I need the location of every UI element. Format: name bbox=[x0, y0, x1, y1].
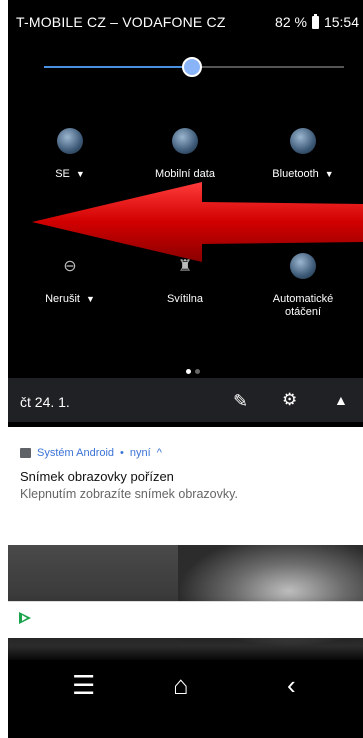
battery-and-time: 82 % 15:54 bbox=[275, 13, 359, 30]
status-bar: T-MOBILE CZ – VODAFONE CZ 82 % 15:54 bbox=[8, 0, 363, 40]
phone-screen: T-MOBILE CZ – VODAFONE CZ 82 % 15:54 SE ▼… bbox=[8, 0, 363, 738]
tile-mobile-data[interactable]: Mobilní data bbox=[130, 128, 240, 181]
tile-label: Automatické bbox=[272, 293, 334, 305]
page-indicator bbox=[186, 369, 200, 374]
edit-pencil-icon[interactable]: ✎ bbox=[233, 391, 248, 412]
page-dot bbox=[195, 369, 200, 374]
brightness-thumb[interactable] bbox=[182, 57, 202, 77]
back-icon[interactable]: ‹ bbox=[287, 670, 296, 701]
navigation-bar: ☰ ⌂ ‹ bbox=[8, 660, 363, 738]
notification-app: Systém Android bbox=[37, 447, 115, 459]
brightness-fill bbox=[44, 66, 192, 68]
tile-bluetooth[interactable]: Bluetooth ▼ bbox=[248, 128, 358, 181]
tile-label: Bluetooth bbox=[272, 168, 319, 180]
app-logo-icon bbox=[19, 612, 31, 624]
page-dot-active bbox=[186, 369, 191, 374]
home-icon[interactable]: ⌂ bbox=[173, 670, 189, 701]
red-arrow-annotation bbox=[32, 182, 363, 262]
carrier-label: T-MOBILE CZ – VODAFONE CZ bbox=[16, 14, 226, 30]
battery-percent: 82 % bbox=[275, 14, 307, 30]
chevron-up-icon[interactable]: ▲ bbox=[334, 392, 348, 408]
tile-label: SE bbox=[55, 168, 70, 180]
notification-header: Systém Android • nyní ^ bbox=[20, 447, 162, 459]
brightness-slider[interactable] bbox=[44, 57, 344, 77]
notification-time: nyní bbox=[129, 447, 151, 459]
bluetooth-icon bbox=[290, 128, 316, 154]
notification-text: Klepnutím zobrazíte snímek obrazovky. bbox=[20, 487, 238, 501]
mobile-data-icon bbox=[172, 128, 198, 154]
separator-dot: • bbox=[120, 447, 124, 459]
chevron-down-icon[interactable]: ▼ bbox=[325, 169, 334, 179]
chevron-up-icon[interactable]: ^ bbox=[157, 447, 162, 459]
app-notification-strip[interactable] bbox=[8, 601, 363, 638]
battery-icon bbox=[311, 13, 319, 29]
date-label: čt 24. 1. bbox=[20, 394, 70, 410]
quick-settings-footer: čt 24. 1. ✎ ⚙ ▲ bbox=[8, 378, 363, 422]
chevron-down-icon[interactable]: ▼ bbox=[76, 169, 85, 179]
tile-wifi[interactable]: SE ▼ bbox=[15, 128, 125, 181]
settings-gear-icon[interactable]: ⚙ bbox=[282, 390, 297, 410]
tile-label: Svítilna bbox=[166, 293, 204, 305]
wifi-icon bbox=[57, 128, 83, 154]
chevron-down-icon[interactable]: ▼ bbox=[86, 294, 95, 304]
image-icon bbox=[20, 448, 31, 458]
menu-icon[interactable]: ☰ bbox=[72, 670, 95, 701]
tile-label: otáčení bbox=[284, 306, 322, 318]
clock: 15:54 bbox=[323, 14, 359, 30]
notification-title: Snímek obrazovky pořízen bbox=[20, 469, 174, 484]
tile-label: Nerušit bbox=[45, 293, 80, 305]
